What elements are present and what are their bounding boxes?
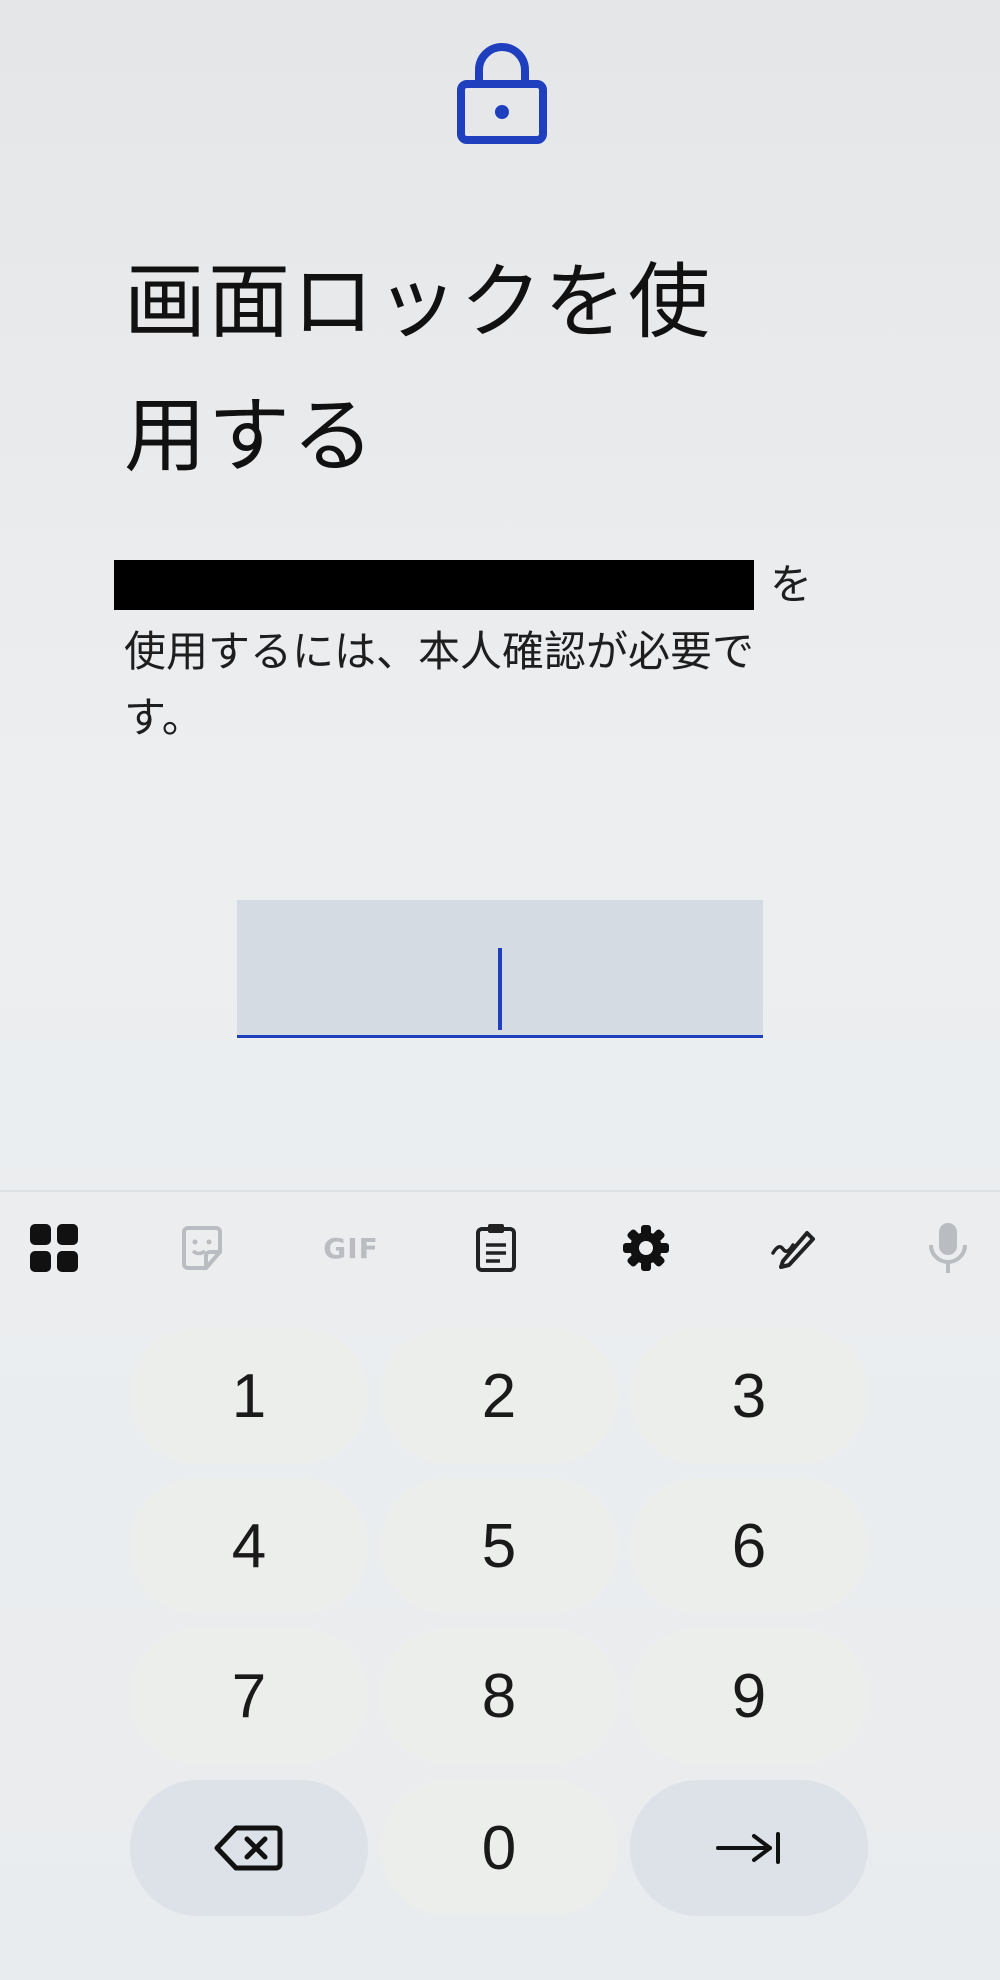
keyboard-divider bbox=[0, 1190, 1000, 1192]
key-5[interactable]: 5 bbox=[380, 1478, 618, 1614]
description-suffix: を bbox=[770, 560, 813, 609]
text-cursor bbox=[498, 948, 502, 1030]
key-2[interactable]: 2 bbox=[380, 1328, 618, 1464]
backspace-key[interactable] bbox=[130, 1780, 368, 1916]
microphone-icon[interactable] bbox=[918, 1218, 978, 1278]
lock-icon bbox=[455, 40, 549, 144]
lock-screen: 画面ロックを使 用する を 使用するには、本人確認が必要で す。 GIF 1 2… bbox=[0, 0, 1000, 1980]
description-line-3: す。 bbox=[124, 693, 204, 742]
description-line-2: 使用するには、本人確認が必要で bbox=[124, 627, 755, 676]
key-4[interactable]: 4 bbox=[130, 1478, 368, 1614]
key-1[interactable]: 1 bbox=[130, 1328, 368, 1464]
key-7[interactable]: 7 bbox=[130, 1628, 368, 1764]
next-key[interactable] bbox=[630, 1780, 868, 1916]
key-0[interactable]: 0 bbox=[380, 1780, 618, 1916]
backspace-icon bbox=[214, 1825, 283, 1871]
page-title-line-2: 用する bbox=[124, 389, 377, 484]
pin-input[interactable] bbox=[237, 900, 763, 1038]
clipboard-icon[interactable] bbox=[466, 1218, 526, 1278]
key-6[interactable]: 6 bbox=[630, 1478, 868, 1614]
key-3[interactable]: 3 bbox=[630, 1328, 868, 1464]
gear-icon[interactable] bbox=[616, 1218, 676, 1278]
gif-label: GIF bbox=[323, 1231, 379, 1265]
sticker-icon[interactable] bbox=[172, 1218, 232, 1278]
page-title: 画面ロックを使 用する bbox=[124, 236, 824, 504]
apps-grid-icon[interactable] bbox=[24, 1218, 84, 1278]
handwriting-icon[interactable] bbox=[764, 1218, 824, 1278]
redacted-app-name bbox=[114, 560, 754, 610]
key-8[interactable]: 8 bbox=[380, 1628, 618, 1764]
gif-button[interactable]: GIF bbox=[318, 1218, 384, 1278]
key-9[interactable]: 9 bbox=[630, 1628, 868, 1764]
tab-next-icon bbox=[716, 1832, 780, 1864]
page-title-line-1: 画面ロックを使 bbox=[124, 255, 713, 350]
